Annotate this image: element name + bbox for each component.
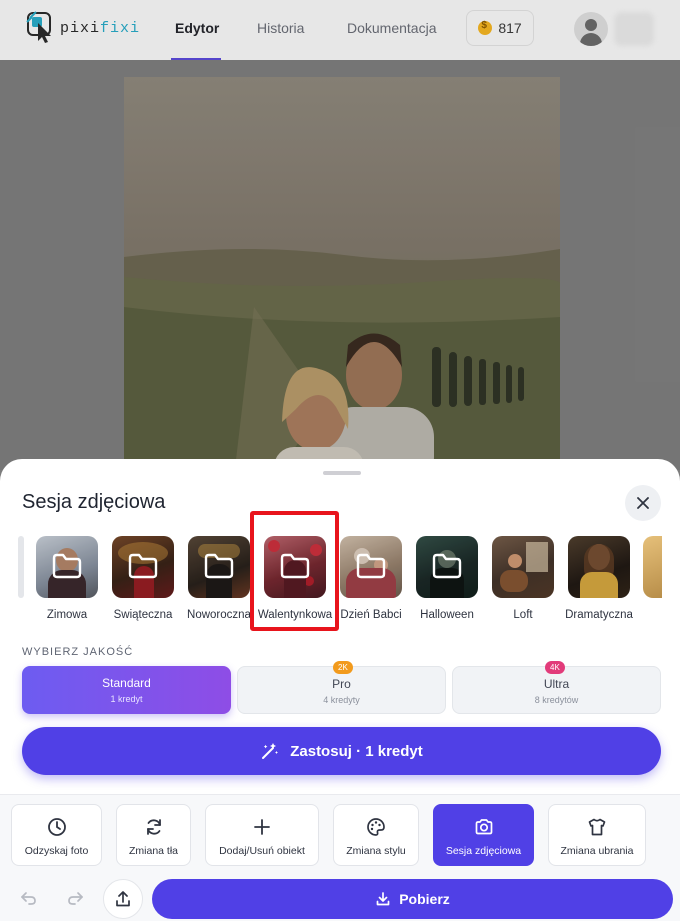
- folder-icon: [432, 553, 462, 579]
- tool-zmiana-stylu[interactable]: Zmiana stylu: [333, 804, 419, 866]
- credits-count: 817: [498, 20, 522, 36]
- top-navbar: pixifixi Edytor Historia Dokumentacja 81…: [0, 0, 680, 60]
- folder-icon: [356, 553, 386, 579]
- sheet-drag-handle[interactable]: [323, 471, 361, 475]
- tab-dokumentacja[interactable]: Dokumentacja: [347, 20, 437, 36]
- tool-label: Zmiana tła: [128, 845, 179, 857]
- clock-icon: [47, 818, 66, 836]
- preset-label: Dramatyczna: [565, 609, 633, 621]
- sheet-title: Sesja zdjęciowa: [22, 491, 166, 513]
- folder-icon: [52, 553, 82, 579]
- quality-name: Pro: [332, 677, 351, 691]
- logo-text: pixifixi: [60, 19, 141, 37]
- quality-cost: 8 kredytów: [534, 695, 579, 705]
- magic-wand-icon: [262, 743, 279, 759]
- apply-button[interactable]: Zastosuj · 1 kredyt: [22, 727, 661, 775]
- preset-dramatyczna[interactable]: Dramatyczna: [561, 536, 637, 628]
- preset-thumbnail: [36, 536, 98, 598]
- bottom-action-bar: Pobierz: [0, 873, 680, 921]
- preset-label: Dzień Babci: [340, 609, 402, 621]
- undo-icon[interactable]: [19, 888, 39, 908]
- preset-carousel[interactable]: Zimowa Świąteczna Noworoczna Walentynkow…: [18, 536, 662, 628]
- share-button[interactable]: [103, 879, 143, 919]
- refresh-icon: [146, 819, 161, 835]
- tab-historia[interactable]: Historia: [257, 20, 304, 36]
- photo-preview: [124, 77, 560, 477]
- tool-sesja-zdjeciowa[interactable]: Sesja zdjęciowa: [433, 804, 534, 866]
- quality-cost: 1 kredyt: [110, 694, 143, 704]
- credits-badge[interactable]: 817: [466, 10, 534, 46]
- tab-edytor[interactable]: Edytor: [175, 20, 219, 36]
- quality-pro-button[interactable]: 2K Pro 4 kredyty: [237, 661, 446, 714]
- download-icon: [376, 892, 390, 906]
- pixifixi-logo-icon: [24, 10, 60, 46]
- preset-label: Noworoczna: [187, 609, 251, 621]
- preset-label: Zimowa: [46, 609, 88, 621]
- preset-dzien-babci[interactable]: Dzień Babci: [333, 536, 409, 628]
- preset-loft[interactable]: Loft: [485, 536, 561, 628]
- upload-icon: [116, 891, 130, 907]
- tool-zmiana-tla[interactable]: Zmiana tła: [116, 804, 191, 866]
- preset-label: Walentynkowa: [257, 609, 333, 621]
- quality-name: Standard: [102, 676, 151, 690]
- plus-icon: [254, 819, 270, 835]
- preset-thumbnail: [492, 536, 554, 598]
- apply-label: Zastosuj · 1 kredyt: [290, 742, 423, 760]
- coin-icon: [478, 20, 493, 35]
- previous-preset-edge: [18, 536, 24, 598]
- preset-thumbnail: [568, 536, 630, 598]
- app-logo[interactable]: pixifixi: [24, 10, 140, 46]
- preset-swiateczna[interactable]: Świąteczna: [105, 536, 181, 628]
- tool-label: Zmiana stylu: [346, 845, 406, 857]
- quality-cost: 4 kredyty: [323, 695, 360, 705]
- quality-name: Ultra: [543, 677, 570, 691]
- tool-odzyskaj-foto[interactable]: Odzyskaj foto: [11, 804, 102, 866]
- next-preset-peek[interactable]: [643, 536, 662, 598]
- preset-thumbnail: [188, 536, 250, 598]
- palette-icon: [367, 818, 385, 836]
- tool-label: Zmiana ubrania: [560, 845, 634, 857]
- download-button[interactable]: Pobierz: [152, 879, 673, 919]
- close-icon: [637, 497, 649, 509]
- preset-thumbnail: [112, 536, 174, 598]
- tool-label: Odzyskaj foto: [24, 845, 89, 857]
- quality-section-label: WYBIERZ JAKOŚĆ: [22, 646, 134, 658]
- redo-icon[interactable]: [65, 888, 85, 908]
- tool-dodaj-usun-obiekt[interactable]: Dodaj/Usuń obiekt: [205, 804, 319, 866]
- active-tab-indicator: [171, 58, 221, 60]
- preset-thumbnail: [416, 536, 478, 598]
- tool-label: Sesja zdjęciowa: [445, 845, 522, 857]
- preset-label: Świąteczna: [113, 609, 173, 621]
- preset-noworoczna[interactable]: Noworoczna: [181, 536, 257, 628]
- tool-zmiana-ubrania[interactable]: Zmiana ubrania: [548, 804, 646, 866]
- download-label: Pobierz: [399, 891, 450, 907]
- folder-icon: [280, 553, 310, 579]
- preset-thumbnail: [340, 536, 402, 598]
- tool-label: Dodaj/Usuń obiekt: [219, 845, 305, 857]
- preset-label: Loft: [513, 609, 533, 621]
- preset-thumbnail: [264, 536, 326, 598]
- preset-zimowa[interactable]: Zimowa: [29, 536, 105, 628]
- quality-standard-button[interactable]: Standard 1 kredyt: [22, 666, 231, 714]
- preset-halloween[interactable]: Halloween: [409, 536, 485, 628]
- preset-label: Halloween: [420, 609, 474, 621]
- shirt-icon: [588, 818, 606, 836]
- preset-walentynkowa[interactable]: Walentynkowa: [257, 536, 333, 628]
- resolution-badge: 2K: [333, 661, 353, 674]
- folder-icon: [128, 553, 158, 579]
- resolution-badge: 4K: [545, 661, 565, 674]
- folder-icon: [204, 553, 234, 579]
- user-menu-blurred[interactable]: [614, 12, 654, 46]
- avatar[interactable]: [574, 12, 608, 46]
- quality-ultra-button[interactable]: 4K Ultra 8 kredytów: [452, 661, 661, 714]
- close-button[interactable]: [625, 485, 661, 521]
- camera-icon: [475, 819, 492, 835]
- tools-toolbar: Odzyskaj foto Zmiana tła Dodaj/Usuń obie…: [0, 795, 680, 873]
